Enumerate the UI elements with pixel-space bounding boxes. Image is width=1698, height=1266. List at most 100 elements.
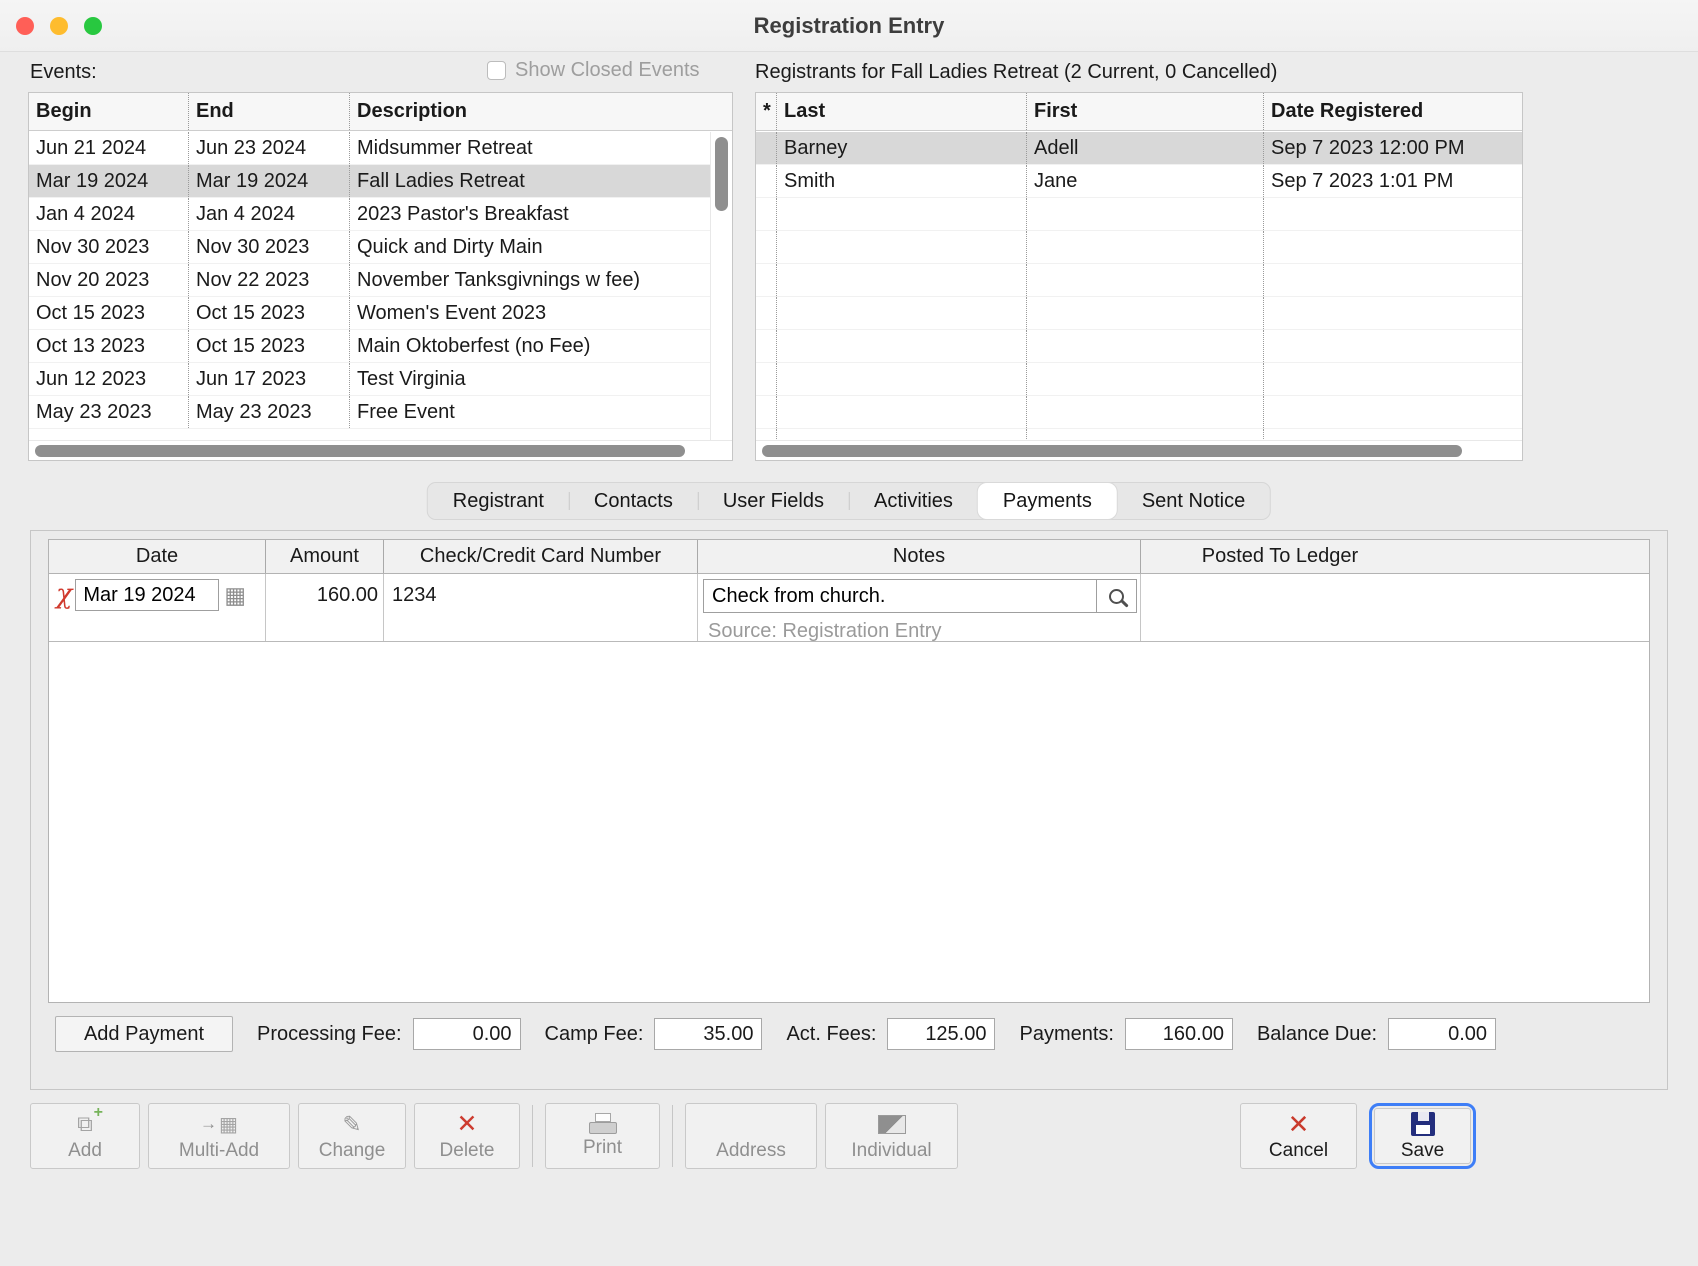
payments-column-amount: Amount: [266, 540, 384, 573]
registrant-flag: [756, 132, 777, 164]
scrollbar-thumb[interactable]: [715, 137, 728, 211]
payments-column-posted-to-ledger: Posted To Ledger: [1141, 540, 1649, 573]
event-end: Jun 17 2023: [189, 363, 350, 395]
events-horizontal-scrollbar[interactable]: [29, 440, 732, 460]
print-button[interactable]: Print: [545, 1103, 660, 1169]
event-row[interactable]: Oct 13 2023 Oct 15 2023 Main Oktoberfest…: [29, 330, 711, 363]
act-fees-field: 125.00: [887, 1018, 995, 1050]
cancel-x-icon: ✕: [1288, 1110, 1310, 1138]
toolbar-divider: [672, 1105, 673, 1167]
payment-date-cell: χ ▦: [49, 574, 266, 641]
events-vertical-scrollbar[interactable]: [710, 132, 732, 440]
event-end: Nov 30 2023: [189, 231, 350, 263]
checkbox-icon[interactable]: [487, 61, 506, 80]
event-row[interactable]: Jan 4 2024 Jan 4 2024 2023 Pastor's Brea…: [29, 198, 711, 231]
registrants-table: * Last First Date Registered Barney Adel…: [755, 92, 1523, 461]
registrant-empty-row: [756, 297, 1522, 330]
scrollbar-thumb[interactable]: [35, 445, 685, 457]
tab-activities[interactable]: Activities: [849, 483, 978, 519]
scrollbar-thumb[interactable]: [762, 445, 1462, 457]
payment-notes-cell: Source: Registration Entry: [698, 574, 1141, 641]
registrant-empty-row: [756, 429, 1522, 440]
registrant-empty-row: [756, 198, 1522, 231]
registrant-empty-row: [756, 231, 1522, 264]
close-window-button[interactable]: [16, 17, 34, 35]
address-button[interactable]: Address: [685, 1103, 817, 1169]
cancel-button[interactable]: ✕ Cancel: [1240, 1103, 1357, 1169]
event-begin: Nov 30 2023: [29, 231, 189, 263]
event-row-selected[interactable]: Mar 19 2024 Mar 19 2024 Fall Ladies Retr…: [29, 165, 711, 198]
show-closed-events-label: Show Closed Events: [515, 59, 700, 82]
event-row[interactable]: May 23 2023 May 23 2023 Free Event: [29, 396, 711, 429]
event-row[interactable]: Oct 15 2023 Oct 15 2023 Women's Event 20…: [29, 297, 711, 330]
add-payment-button[interactable]: Add Payment: [55, 1016, 233, 1052]
camp-fee-group: Camp Fee: 35.00: [545, 1018, 763, 1050]
registrants-table-header: * Last First Date Registered: [756, 93, 1522, 131]
event-row[interactable]: Nov 20 2023 Nov 22 2023 November Tanksgi…: [29, 264, 711, 297]
registrants-column-date-registered[interactable]: Date Registered: [1264, 93, 1522, 130]
events-column-begin[interactable]: Begin: [29, 93, 189, 130]
event-description: Test Virginia: [350, 363, 711, 395]
event-description: Main Oktoberfest (no Fee): [350, 330, 711, 362]
balance-due-group: Balance Due: 0.00: [1257, 1018, 1496, 1050]
tab-payments[interactable]: Payments: [978, 483, 1117, 519]
tab-sent-notice[interactable]: Sent Notice: [1117, 483, 1270, 519]
change-button[interactable]: ✎ Change: [298, 1103, 406, 1169]
registrant-empty-row: [756, 396, 1522, 429]
tab-user-fields[interactable]: User Fields: [698, 483, 849, 519]
save-focus-ring: Save: [1369, 1103, 1476, 1169]
window-title: Registration Entry: [0, 0, 1698, 52]
delete-button[interactable]: ✕ Delete: [414, 1103, 520, 1169]
registrants-horizontal-scrollbar[interactable]: [756, 440, 1522, 460]
payments-total-group: Payments: 160.00: [1019, 1018, 1232, 1050]
payment-check-number-cell[interactable]: 1234: [384, 574, 698, 641]
multi-add-button[interactable]: →▦ Multi-Add: [148, 1103, 290, 1169]
payment-amount-cell[interactable]: 160.00: [266, 574, 384, 641]
zoom-window-button[interactable]: [84, 17, 102, 35]
registrants-column-last[interactable]: Last: [777, 93, 1027, 130]
individual-button[interactable]: Individual: [825, 1103, 958, 1169]
tab-contacts[interactable]: Contacts: [569, 483, 698, 519]
event-description: Fall Ladies Retreat: [350, 165, 711, 197]
event-end: May 23 2023: [189, 396, 350, 428]
act-fees-label: Act. Fees:: [786, 1023, 876, 1046]
show-closed-events-checkbox[interactable]: Show Closed Events: [487, 59, 700, 82]
bottom-toolbar: ⧉+ Add →▦ Multi-Add ✎ Change ✕ Delete Pr…: [30, 1103, 1476, 1169]
balance-due-label: Balance Due:: [1257, 1023, 1377, 1046]
registrant-empty-row: [756, 264, 1522, 297]
window-controls: [16, 17, 102, 35]
individual-photo-icon: [878, 1110, 906, 1138]
minimize-window-button[interactable]: [50, 17, 68, 35]
registrant-last: Barney: [777, 132, 1027, 164]
registrants-column-first[interactable]: First: [1027, 93, 1264, 130]
calendar-picker-icon[interactable]: ▦: [224, 579, 246, 611]
payment-date-input[interactable]: [75, 579, 219, 611]
registrants-title: Registrants for Fall Ladies Retreat (2 C…: [755, 61, 1277, 84]
payment-posted-cell: [1141, 574, 1649, 641]
registrants-list: Barney Adell Sep 7 2023 12:00 PM Smith J…: [756, 132, 1522, 440]
event-begin: Nov 20 2023: [29, 264, 189, 296]
registrant-row-selected[interactable]: Barney Adell Sep 7 2023 12:00 PM: [756, 132, 1522, 165]
payment-row: χ ▦ 160.00 1234 Source: Registration Ent…: [49, 574, 1649, 642]
registrant-first: Jane: [1027, 165, 1264, 197]
add-button[interactable]: ⧉+ Add: [30, 1103, 140, 1169]
delete-payment-icon[interactable]: χ: [56, 579, 72, 611]
registrants-column-flag[interactable]: *: [756, 93, 777, 130]
registrant-row[interactable]: Smith Jane Sep 7 2023 1:01 PM: [756, 165, 1522, 198]
events-column-description[interactable]: Description: [350, 93, 732, 130]
event-begin: Jan 4 2024: [29, 198, 189, 230]
events-column-end[interactable]: End: [189, 93, 350, 130]
events-list: Jun 21 2024 Jun 23 2024 Midsummer Retrea…: [29, 132, 711, 440]
tab-registrant[interactable]: Registrant: [428, 483, 569, 519]
title-bar: Registration Entry: [0, 0, 1698, 52]
event-row[interactable]: Jun 21 2024 Jun 23 2024 Midsummer Retrea…: [29, 132, 711, 165]
notes-zoom-button[interactable]: [1097, 579, 1137, 613]
payment-notes-input[interactable]: [703, 579, 1097, 613]
event-description: Free Event: [350, 396, 711, 428]
event-row[interactable]: Nov 30 2023 Nov 30 2023 Quick and Dirty …: [29, 231, 711, 264]
toolbar-divider: [532, 1105, 533, 1167]
event-row[interactable]: Jun 12 2023 Jun 17 2023 Test Virginia: [29, 363, 711, 396]
save-button[interactable]: Save: [1374, 1108, 1471, 1164]
processing-fee-field: 0.00: [413, 1018, 521, 1050]
event-end: Oct 15 2023: [189, 297, 350, 329]
